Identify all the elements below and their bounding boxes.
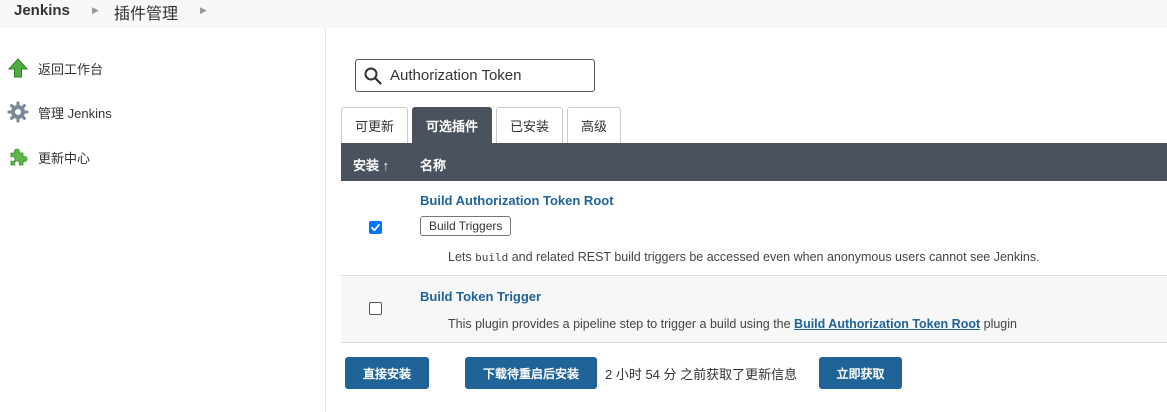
gear-icon bbox=[6, 100, 30, 124]
description-text: This plugin provides a pipeline step to … bbox=[448, 317, 795, 331]
plugin-name-link[interactable]: Build Token Trigger bbox=[420, 289, 541, 304]
tab-bar: 可更新 可选插件 已安装 高级 bbox=[341, 107, 625, 143]
table-header: 安装 ↑ 名称 bbox=[341, 143, 1167, 181]
category-tag[interactable]: Build Triggers bbox=[420, 216, 512, 236]
chevron-right-icon[interactable]: ▶ bbox=[92, 5, 99, 16]
up-arrow-icon bbox=[6, 56, 30, 80]
sidebar-item-label: 返回工作台 bbox=[38, 61, 104, 77]
description-text: and related REST build triggers be acces… bbox=[508, 250, 1040, 264]
plugin-description: This plugin provides a pipeline step to … bbox=[448, 317, 1017, 331]
column-header-name: 名称 bbox=[420, 158, 447, 173]
tab-updates[interactable]: 可更新 bbox=[341, 107, 409, 143]
install-now-button[interactable]: 直接安装 bbox=[345, 357, 429, 389]
sidebar: 返回工作台 管理 Jenkins 更新中心 bbox=[0, 28, 326, 412]
plugin-name-link[interactable]: Build Authorization Token Root bbox=[420, 193, 614, 208]
sidebar-item-update-center[interactable]: 更新中心 bbox=[6, 144, 90, 170]
install-checkbox[interactable] bbox=[369, 302, 382, 315]
sidebar-item-label: 更新中心 bbox=[38, 150, 91, 166]
description-text: Lets bbox=[448, 250, 476, 264]
install-after-restart-button[interactable]: 下载待重启后安装 bbox=[465, 357, 597, 389]
sidebar-item-label: 管理 Jenkins bbox=[38, 105, 112, 121]
tab-installed[interactable]: 已安装 bbox=[496, 107, 564, 143]
sidebar-item-back-to-dashboard[interactable]: 返回工作台 bbox=[6, 55, 103, 81]
check-now-button[interactable]: 立即获取 bbox=[819, 357, 902, 389]
chevron-right-icon[interactable]: ▶ bbox=[200, 5, 207, 16]
search-box[interactable] bbox=[355, 59, 595, 92]
column-header-install[interactable]: 安装 ↑ bbox=[353, 155, 389, 174]
description-code: build bbox=[475, 251, 509, 264]
puzzle-icon bbox=[6, 145, 30, 169]
table-row: Build Token Trigger This plugin provides… bbox=[341, 277, 1167, 343]
plugin-description: Lets build and related REST build trigge… bbox=[448, 250, 1040, 264]
install-checkbox[interactable] bbox=[369, 221, 382, 234]
breadcrumb-page[interactable]: 插件管理 bbox=[114, 0, 178, 24]
update-info-text: 2 小时 54 分 之前获取了更新信息 bbox=[605, 367, 798, 382]
table-row: Build Authorization Token Root Build Tri… bbox=[341, 181, 1167, 276]
search-input[interactable] bbox=[390, 67, 585, 84]
tab-advanced[interactable]: 高级 bbox=[567, 107, 622, 143]
checkmark-icon bbox=[371, 223, 380, 232]
search-icon bbox=[364, 67, 382, 85]
description-text: plugin bbox=[980, 317, 1017, 331]
tab-available[interactable]: 可选插件 bbox=[412, 107, 493, 143]
breadcrumb: Jenkins ▶ 插件管理 ▶ bbox=[0, 0, 1167, 28]
breadcrumb-home[interactable]: Jenkins bbox=[14, 2, 70, 19]
main-content: 可更新 可选插件 已安装 高级 安装 ↑ 名称 Build Authorizat… bbox=[327, 28, 1167, 412]
sidebar-item-manage-jenkins[interactable]: 管理 Jenkins bbox=[6, 99, 112, 125]
dependency-link[interactable]: Build Authorization Token Root bbox=[794, 317, 980, 331]
